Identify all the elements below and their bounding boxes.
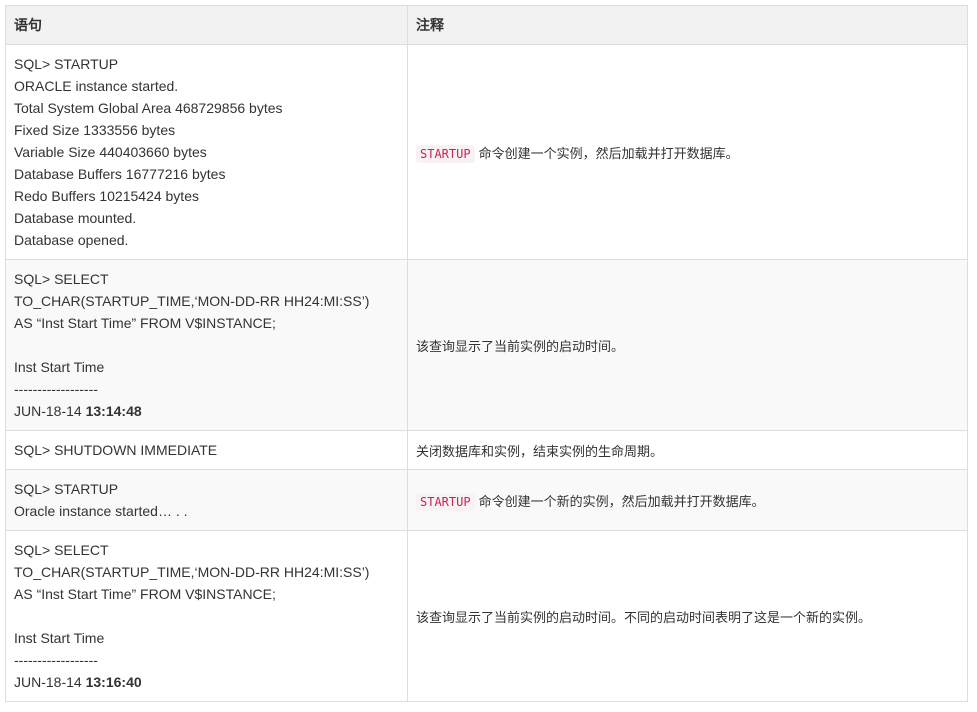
statement-cell: SQL> STARTUP Oracle instance started… . … xyxy=(5,469,408,531)
note-text: 关闭数据库和实例，结束实例的生命周期。 xyxy=(416,444,664,460)
table-row: SQL> SHUTDOWN IMMEDIATE 关闭数据库和实例，结束实例的生命… xyxy=(5,430,968,470)
statement-line: Database mounted. xyxy=(14,210,137,226)
statement-cell: SQL> SELECT TO_CHAR(STARTUP_TIME,‘MON-DD… xyxy=(5,530,408,702)
result-time: 13:16:40 xyxy=(85,674,142,690)
note-text: 命令创建一个新的实例，然后加载并打开数据库。 xyxy=(478,494,765,510)
statement-line: ORACLE instance started. xyxy=(14,78,179,94)
statement-line: ------------------ xyxy=(14,652,98,668)
result-line: JUN-18-14 13:16:40 xyxy=(14,671,399,693)
statement-line: AS “Inst Start Time” FROM V$INSTANCE; xyxy=(14,315,276,331)
statement-line: Inst Start Time xyxy=(14,359,105,375)
statement-cell: SQL> SHUTDOWN IMMEDIATE xyxy=(5,430,408,470)
statement-line: Database opened. xyxy=(14,232,129,248)
startup-table: 语句 注释 SQL> STARTUP ORACLE instance start… xyxy=(5,5,968,702)
table-row: SQL> STARTUP ORACLE instance started. To… xyxy=(5,44,968,260)
statement-line: Variable Size 440403660 bytes xyxy=(14,144,207,160)
statement-line: TO_CHAR(STARTUP_TIME,‘MON-DD-RR HH24:MI:… xyxy=(14,564,370,580)
note-text: 命令创建一个实例，然后加载并打开数据库。 xyxy=(478,146,739,162)
result-line: JUN-18-14 13:14:48 xyxy=(14,400,399,422)
statement-line: SQL> SHUTDOWN IMMEDIATE xyxy=(14,442,218,458)
statement-line xyxy=(14,605,399,627)
statement-line: Total System Global Area 468729856 bytes xyxy=(14,100,283,116)
statement-line: Inst Start Time xyxy=(14,630,105,646)
header-statement: 语句 xyxy=(5,5,408,45)
result-date: JUN-18-14 xyxy=(14,403,86,419)
note-cell: 关闭数据库和实例，结束实例的生命周期。 xyxy=(407,430,968,470)
note-cell: STARTUP 命令创建一个实例，然后加载并打开数据库。 xyxy=(407,44,968,260)
note-cell: STARTUP 命令创建一个新的实例，然后加载并打开数据库。 xyxy=(407,469,968,531)
statement-cell: SQL> SELECT TO_CHAR(STARTUP_TIME,‘MON-DD… xyxy=(5,259,408,431)
statement-line: Redo Buffers 10215424 bytes xyxy=(14,188,199,204)
statement-line: ------------------ xyxy=(14,381,98,397)
statement-line: SQL> STARTUP xyxy=(14,56,119,72)
table-row: SQL> SELECT TO_CHAR(STARTUP_TIME,‘MON-DD… xyxy=(5,259,968,431)
header-note: 注释 xyxy=(407,5,968,45)
result-time: 13:14:48 xyxy=(85,403,142,419)
note-text: 该查询显示了当前实例的启动时间。 xyxy=(416,339,625,355)
table-row: SQL> STARTUP Oracle instance started… . … xyxy=(5,469,968,531)
statement-line: TO_CHAR(STARTUP_TIME,‘MON-DD-RR HH24:MI:… xyxy=(14,293,370,309)
statement-line xyxy=(14,334,399,356)
result-date: JUN-18-14 xyxy=(14,674,86,690)
statement-cell: SQL> STARTUP ORACLE instance started. To… xyxy=(5,44,408,260)
statement-line: Oracle instance started… . . xyxy=(14,503,188,519)
note-cell: 该查询显示了当前实例的启动时间。不同的启动时间表明了这是一个新的实例。 xyxy=(407,530,968,702)
statement-line: SQL> SELECT xyxy=(14,271,109,287)
inline-code: STARTUP xyxy=(416,144,475,163)
note-cell: 该查询显示了当前实例的启动时间。 xyxy=(407,259,968,431)
statement-line: SQL> STARTUP xyxy=(14,481,119,497)
statement-line: Database Buffers 16777216 bytes xyxy=(14,166,226,182)
note-text: 该查询显示了当前实例的启动时间。不同的启动时间表明了这是一个新的实例。 xyxy=(416,610,872,626)
content-wrapper: 语句 注释 SQL> STARTUP ORACLE instance start… xyxy=(5,5,968,702)
inline-code: STARTUP xyxy=(416,492,475,511)
table-row: SQL> SELECT TO_CHAR(STARTUP_TIME,‘MON-DD… xyxy=(5,530,968,702)
statement-line: Fixed Size 1333556 bytes xyxy=(14,122,176,138)
statement-line: AS “Inst Start Time” FROM V$INSTANCE; xyxy=(14,586,276,602)
statement-line: SQL> SELECT xyxy=(14,542,109,558)
table-header-row: 语句 注释 xyxy=(5,5,968,45)
